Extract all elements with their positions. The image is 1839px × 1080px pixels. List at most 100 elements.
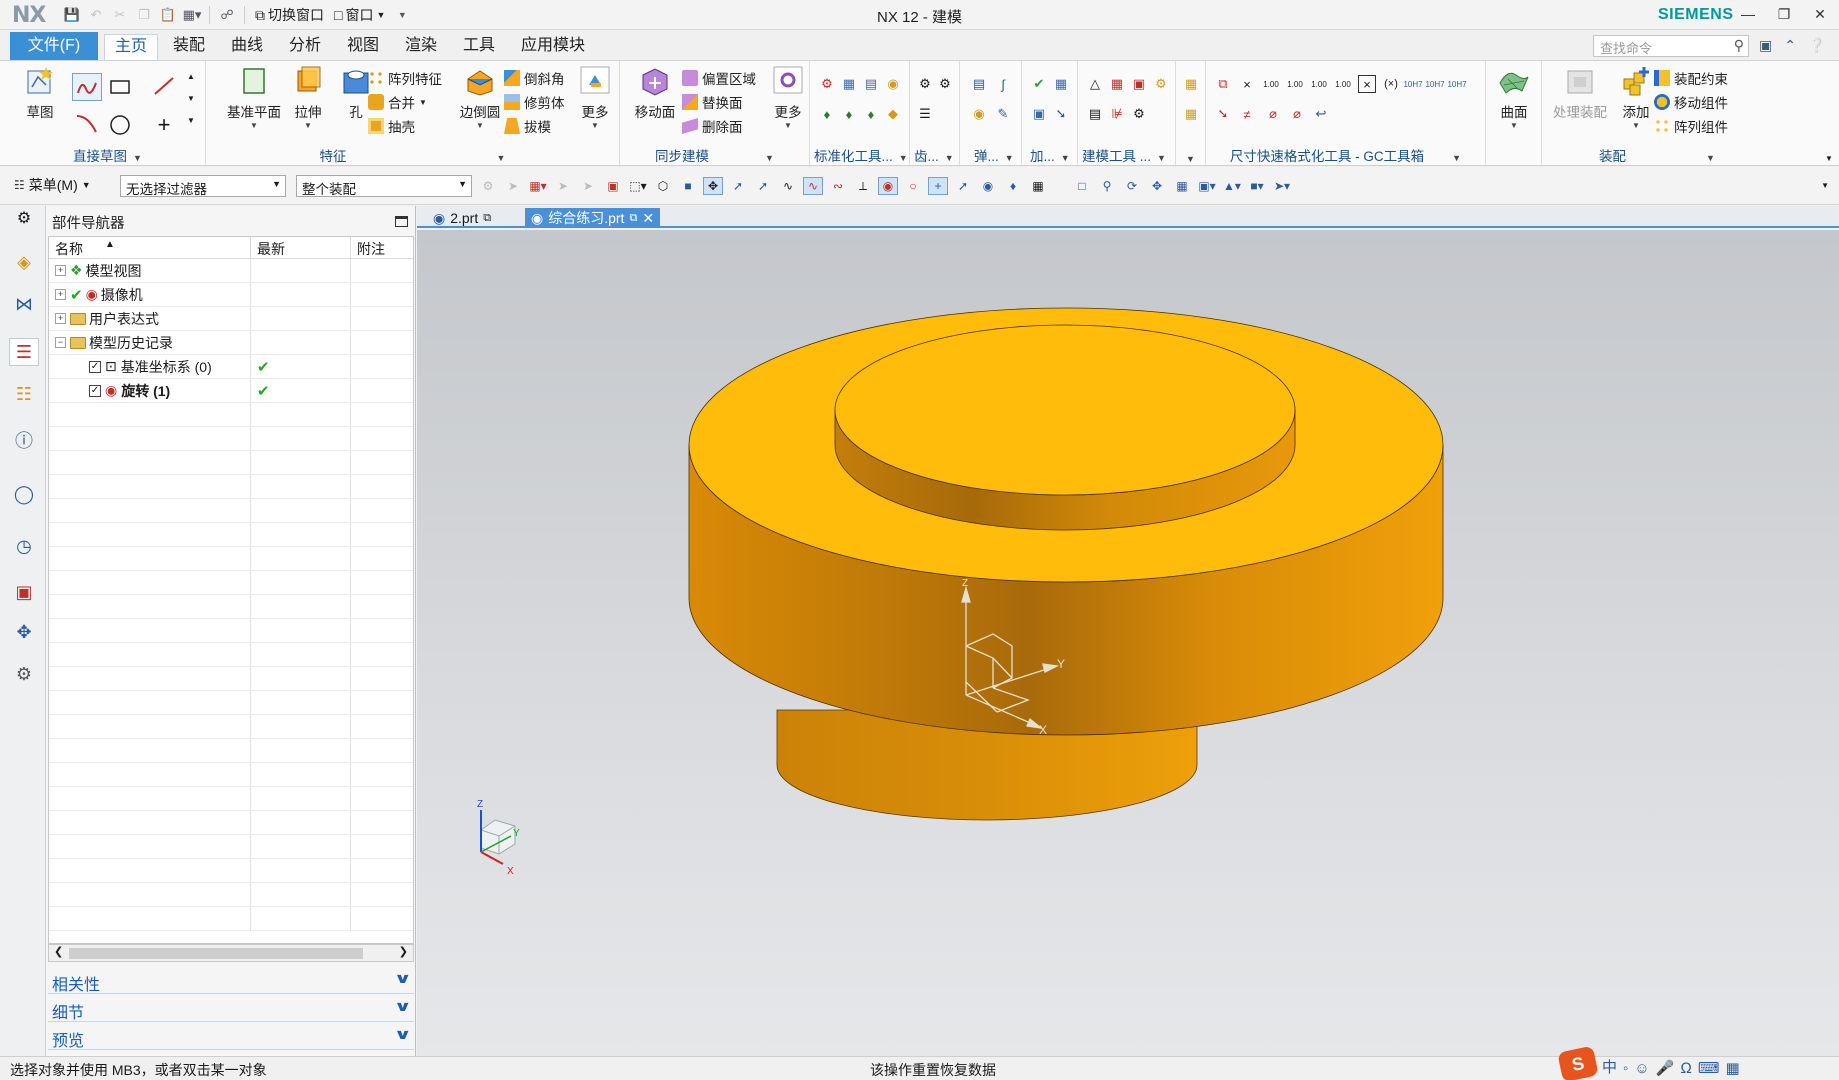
expand-icon[interactable]: + [55,265,66,276]
mtool-3-icon[interactable]: ▣ [1130,75,1148,93]
mtool-2-icon[interactable]: ▦ [1108,75,1126,93]
doc-tab-active[interactable]: ◉ 综合练习.prt ⧉ ✕ [525,208,661,228]
diameter-icon[interactable]: ⌀ [1264,105,1282,123]
select-all-icon[interactable]: ➤ [503,177,523,195]
switch-window-button[interactable]: ⧉ 切换窗口 [252,5,327,25]
mtool-triangle-icon[interactable]: △ [1086,75,1104,93]
tree-row[interactable]: − 模型历史记录 [49,331,413,355]
render-style-icon[interactable]: ▲▾ [1222,177,1242,195]
dim-tool-1-icon[interactable]: ⧉ [1214,75,1232,93]
system-materials-icon[interactable]: ▣ [12,580,36,604]
datum-plane-button[interactable]: 基准平面 ▼ [220,65,288,130]
tree-row[interactable]: + ❖ 模型视图 [49,259,413,283]
paste-icon[interactable]: 📋 [158,5,178,25]
snap-curve-icon[interactable]: ∿ [778,177,798,195]
tab-analysis[interactable]: 分析 [279,34,331,60]
rectangle-icon[interactable] [108,77,132,97]
gear-tool-1-icon[interactable]: ⚙ [916,75,934,93]
draft-button[interactable]: 拔模 [504,115,551,137]
dim-tool-5-icon[interactable]: 1.00 [1310,75,1328,93]
scroll-right-icon[interactable]: ❯ [399,945,408,958]
tab-tools[interactable]: 工具 [453,34,505,60]
sync-more-button[interactable]: 更多 ▼ [768,65,808,130]
assembly-constraint-button[interactable]: 装配约束 [1654,67,1728,89]
view-layout-icon[interactable]: ▣▾ [1197,177,1217,195]
gear-tool-3-icon[interactable]: ☰ [916,105,934,123]
hd3d-tools-icon[interactable]: ⓘ [12,428,36,452]
search-icon[interactable]: ⚲ [1734,37,1744,54]
process-studio-icon[interactable]: ✥ [12,620,36,644]
gold-tool-2-icon[interactable]: ▦ [1182,105,1200,123]
snap-circle-icon[interactable]: ○ [903,177,923,195]
menu-button[interactable]: ☷ 菜单(M) ▼ [14,175,91,195]
tree-row[interactable]: ✓ ⊡ 基准坐标系 (0) ✔ [49,355,413,379]
extrude-button[interactable]: 拉伸 ▼ [282,65,334,130]
ime-tools-icon[interactable]: ▦ [1726,1059,1740,1077]
move-face-button[interactable]: 移动面 [628,65,682,121]
dim-tool-7-icon[interactable]: × [1358,75,1376,93]
move-component-button[interactable]: 移动组件 [1654,91,1728,113]
spring-tool-2-icon[interactable]: ∫ [994,75,1012,93]
view-cube-icon[interactable]: ⬡ [653,177,673,195]
roles-icon[interactable]: ⚙ [12,662,36,686]
chamfer-button[interactable]: 倒斜角 [504,67,565,89]
dim-tool-6-icon[interactable]: 1.00 [1334,75,1352,93]
gc-tool-4-icon[interactable]: ◉ [884,75,902,93]
offset-region-button[interactable]: 偏置区域 [682,67,756,89]
return-icon[interactable]: ↩ [1312,105,1330,123]
gc-tool-3-icon[interactable]: ▤ [862,75,880,93]
constraint-navigator-icon[interactable]: ⋈ [12,292,36,316]
window-menu-button[interactable]: □ 窗口 ▼ [331,5,388,25]
touch-mode-icon[interactable]: ☍ [217,5,237,25]
customize-qat-icon[interactable]: ▼ [392,5,412,25]
spring-tool-4-icon[interactable]: ✎ [994,105,1012,123]
collapse-icon[interactable]: − [55,337,66,348]
scope-filter-select[interactable]: 整个装配 ▼ [296,175,472,197]
column-header-name[interactable]: 名称 ▲ [49,237,251,258]
dim-tool-4-icon[interactable]: 1.00 [1286,75,1304,93]
pan-icon[interactable]: ✥ [1147,177,1167,195]
dim-tool-10-icon[interactable]: 10H7 [1425,75,1444,93]
scroll-thumb[interactable] [69,948,363,959]
spring-tool-1-icon[interactable]: ▤ [970,75,988,93]
history-icon[interactable]: ◷ [12,534,36,558]
gc-tool-1-icon[interactable]: ⚙ [818,75,836,93]
feature-filter-icon[interactable]: ▦▾ [528,177,548,195]
process-assembly-button[interactable]: 处理装配 [1546,65,1614,121]
circle-icon[interactable] [108,113,132,137]
layout-icon[interactable]: ▦▾ [182,5,202,25]
process-tool-2-icon[interactable]: ▦ [1052,75,1070,93]
column-header-latest[interactable]: 最新 [251,237,351,258]
gold-tool-1-icon[interactable]: ▦ [1182,75,1200,93]
snap-face-icon[interactable]: ◉ [978,177,998,195]
snap-spline-icon[interactable]: ∾ [828,177,848,195]
show-hide-icon[interactable]: ➤▾ [1272,177,1292,195]
snap-line-icon[interactable]: ➚ [753,177,773,195]
snap-center-icon[interactable]: ◉ [878,177,898,195]
process-tool-3-icon[interactable]: ▣ [1030,105,1048,123]
tab-home[interactable]: 主页 [104,34,159,60]
shell-button[interactable]: 抽壳 [368,115,415,137]
profile-icon[interactable] [72,73,102,101]
panel-preview[interactable]: 预览 ∨ [48,1024,414,1050]
orient-view-icon[interactable]: ▦ [1172,177,1192,195]
ribbon-options-icon[interactable]: ▣ [1759,37,1772,54]
tree-row[interactable]: + ✔ ◉ 摄像机 [49,283,413,307]
assembly-navigator-icon[interactable]: ◈ [12,250,36,274]
process-tool-1-icon[interactable]: ✔ [1030,75,1048,93]
dim-tool-13-icon[interactable]: ≠ [1238,105,1256,123]
tab-view[interactable]: 视图 [337,34,389,60]
dim-tool-12-icon[interactable]: ➘ [1214,105,1232,123]
replace-face-button[interactable]: 替换面 [682,91,743,113]
snap-tangent-icon[interactable]: ➚ [953,177,973,195]
pattern-component-button[interactable]: 阵列组件 [1654,115,1728,137]
gc-tool-6-icon[interactable]: ♦ [840,105,858,123]
tree-row[interactable]: + 用户表达式 [49,307,413,331]
web-browser-icon[interactable]: ◯ [12,482,36,506]
sogou-ime-icon[interactable]: S [1557,1045,1599,1080]
close-tab-icon[interactable]: ✕ [642,210,654,227]
gallery-up-icon[interactable]: ▲ [182,67,200,85]
pattern-feature-button[interactable]: 阵列特征 [368,67,442,89]
snap-endpoint-icon[interactable]: ✥ [703,177,723,195]
dim-tool-x-icon[interactable]: × [1238,75,1256,93]
